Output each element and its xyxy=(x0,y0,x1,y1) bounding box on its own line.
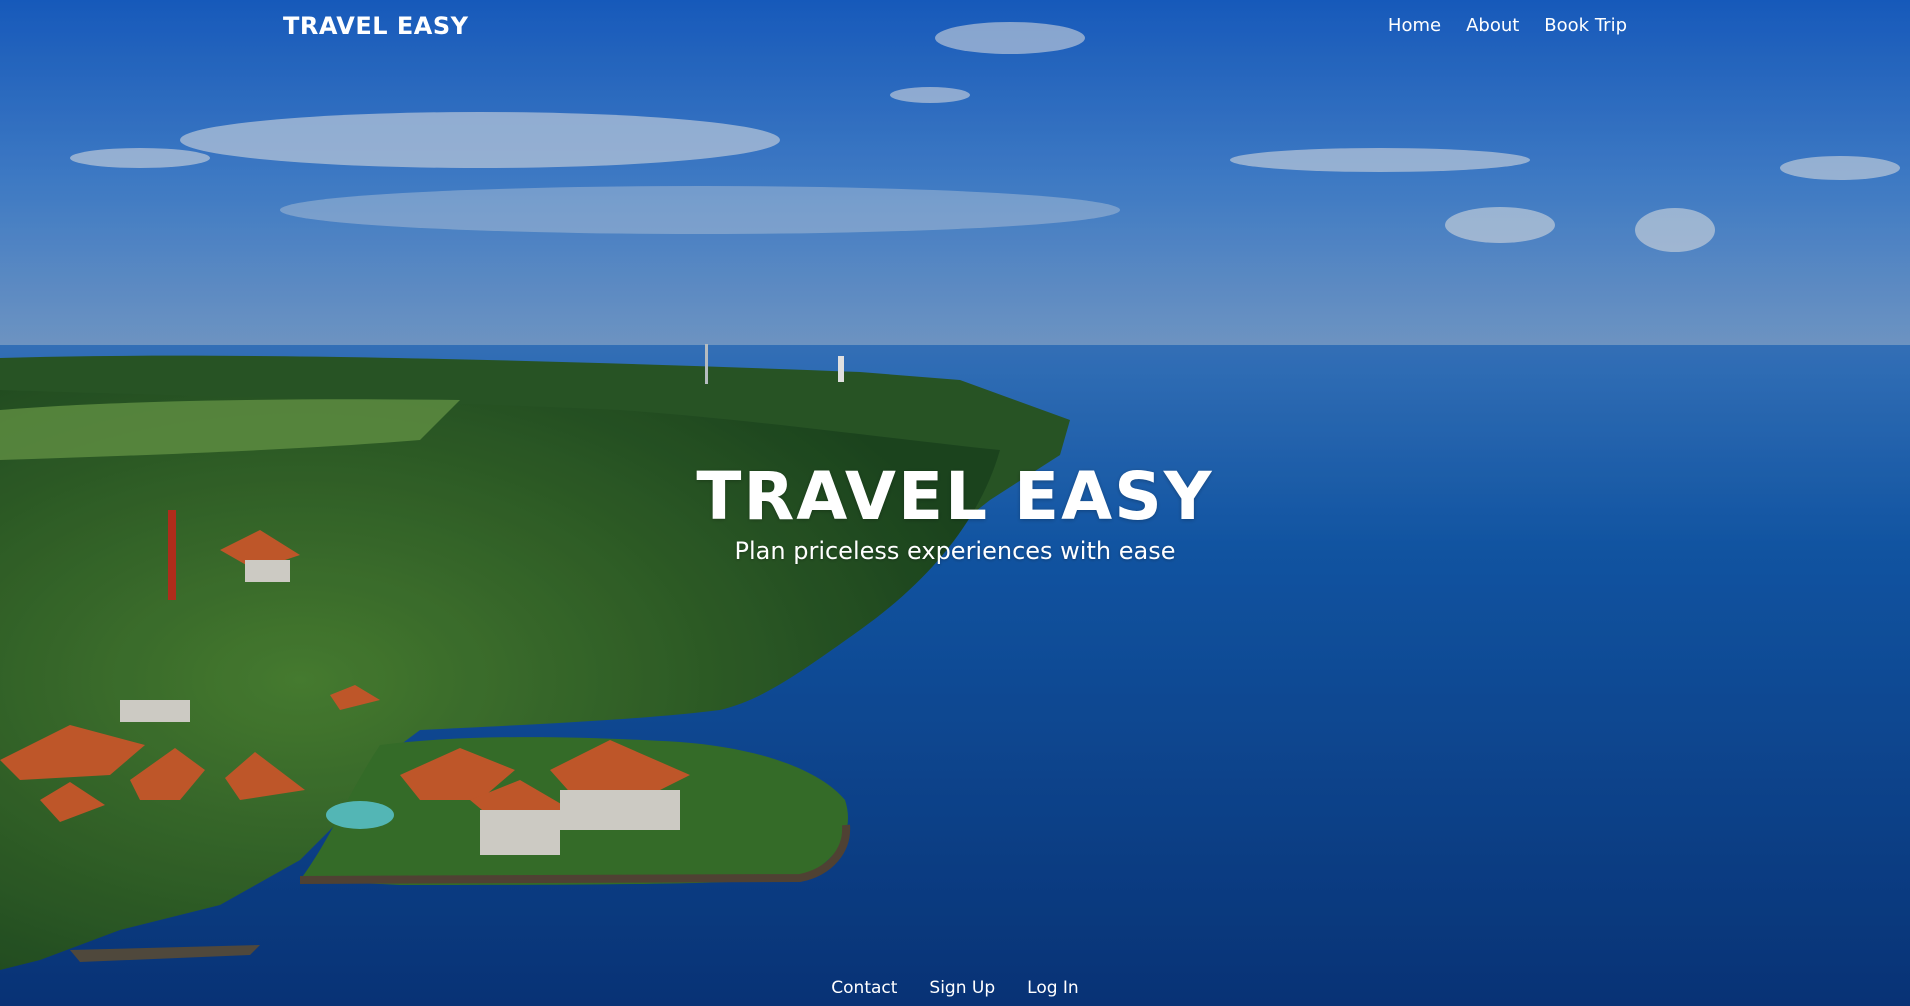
hero-text-block: TRAVEL EASY Plan priceless experiences w… xyxy=(0,458,1910,566)
hero-subtitle: Plan priceless experiences with ease xyxy=(734,537,1176,565)
nav-book-trip-link[interactable]: Book Trip xyxy=(1544,15,1627,36)
nav-about-link[interactable]: About xyxy=(1466,15,1519,36)
nav-home-link[interactable]: Home xyxy=(1388,15,1441,36)
footer-links: Contact Sign Up Log In xyxy=(0,978,1910,998)
top-navbar: TRAVEL EASY Home About Book Trip xyxy=(0,0,1910,54)
nav-links: Home About Book Trip xyxy=(1388,15,1627,36)
hero-title: TRAVEL EASY xyxy=(696,458,1214,535)
footer-contact-link[interactable]: Contact xyxy=(831,978,897,998)
brand-logo-link[interactable]: TRAVEL EASY xyxy=(283,12,469,40)
footer-signup-link[interactable]: Sign Up xyxy=(929,978,995,998)
footer-login-link[interactable]: Log In xyxy=(1027,978,1079,998)
hero-section: TRAVEL EASY Home About Book Trip TRAVEL … xyxy=(0,0,1910,1006)
